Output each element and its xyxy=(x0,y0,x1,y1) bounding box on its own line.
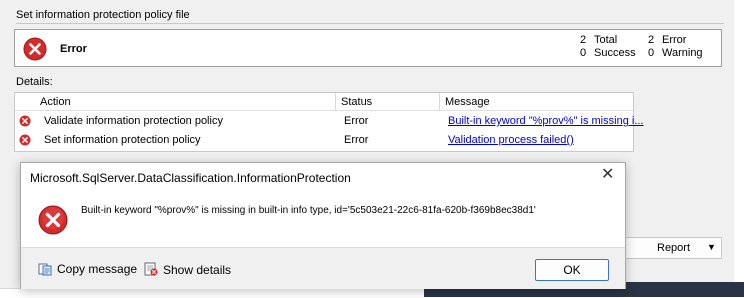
ok-button[interactable]: OK xyxy=(535,259,609,281)
column-header-action[interactable]: Action xyxy=(40,96,71,108)
success-label: Success xyxy=(594,47,636,59)
warning-count: 0 xyxy=(648,47,655,59)
summary-counts: 2 Total 2 Error 0 Success 0 Warning xyxy=(580,34,722,60)
grid-header: Action Status Message xyxy=(15,93,633,111)
summary-panel: Error 2 Total 2 Error 0 Success 0 Warnin… xyxy=(14,29,722,67)
dialog-title: Microsoft.SqlServer.DataClassification.I… xyxy=(30,171,351,185)
show-details-button[interactable]: Show details xyxy=(144,262,231,277)
close-icon[interactable]: ✕ xyxy=(601,167,614,183)
section-divider xyxy=(16,23,724,24)
error-dialog: Microsoft.SqlServer.DataClassification.I… xyxy=(20,162,626,289)
row-action: Validate information protection policy xyxy=(44,115,223,127)
report-button[interactable]: Report ▼ xyxy=(624,237,722,259)
table-row[interactable]: Validate information protection policy E… xyxy=(15,112,643,131)
error-icon xyxy=(19,134,31,146)
success-count: 0 xyxy=(580,47,587,59)
total-count: 2 xyxy=(580,34,587,46)
error-icon xyxy=(19,115,31,127)
details-label: Details: xyxy=(16,76,53,88)
total-label: Total xyxy=(594,34,618,46)
summary-title: Error xyxy=(60,43,87,55)
column-header-status[interactable]: Status xyxy=(341,96,372,108)
copy-message-button[interactable]: Copy message xyxy=(38,262,137,276)
row-status: Error xyxy=(344,115,369,127)
column-header-message[interactable]: Message xyxy=(445,96,490,108)
show-details-label: Show details xyxy=(163,262,232,277)
details-icon xyxy=(144,262,158,276)
error-count: 2 xyxy=(648,34,655,46)
table-row[interactable]: Set information protection policy Error … xyxy=(15,131,633,150)
dialog-footer: Copy message Show details OK xyxy=(21,247,625,289)
dialog-message: Built-in keyword "%prov%" is missing in … xyxy=(81,205,536,216)
error-icon xyxy=(38,205,68,235)
report-label: Report xyxy=(657,242,691,254)
row-status: Error xyxy=(344,134,369,146)
row-message-link[interactable]: Built-in keyword "%prov%" is missing i..… xyxy=(448,115,643,127)
section-title: Set information protection policy file xyxy=(16,9,190,21)
error-label: Error xyxy=(662,34,687,46)
column-separator[interactable] xyxy=(439,93,440,110)
copy-message-label: Copy message xyxy=(57,262,138,276)
copy-icon xyxy=(38,263,52,276)
details-grid: Action Status Message Validate informati… xyxy=(14,92,643,152)
window-edge xyxy=(734,0,744,297)
warning-label: Warning xyxy=(662,47,703,59)
error-icon xyxy=(23,37,47,61)
column-separator[interactable] xyxy=(335,93,336,110)
chevron-down-icon: ▼ xyxy=(707,242,716,252)
row-message-link[interactable]: Validation process failed() xyxy=(448,134,574,146)
row-action: Set information protection policy xyxy=(44,134,201,146)
